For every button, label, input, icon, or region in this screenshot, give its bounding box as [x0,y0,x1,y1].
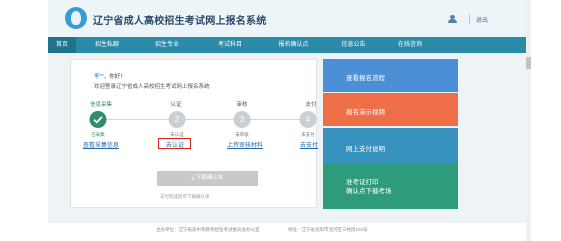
nav-item-consult[interactable]: 在线咨询 [384,37,436,53]
step-title-review: 审核 [236,102,248,108]
step-3-circle: 3 [233,111,251,128]
greeting: ，你好！ [103,74,126,80]
go-pay-link[interactable]: 去支付 [300,140,318,149]
side-panel-admission-ticket-label: 准考证打印 确认点下载考场 [346,179,392,195]
step-title-collect: 信息采集 [89,102,113,108]
step-2-circle: 2 [168,111,186,128]
download-confirmation-button[interactable]: ⤓ 下载确认单 [157,171,258,186]
welcome-line: 李**，你好！ [94,72,126,80]
step-4-circle: 4 [299,111,317,128]
nav-item-notices[interactable]: 信息公告 [323,37,384,53]
step-status-pay: 未支付 [301,132,315,137]
side-panel-flow[interactable]: 查看报名流程 [323,59,458,92]
side-panel-payment-label: 网上支付说明 [346,146,385,153]
logo-icon [65,7,87,29]
nav-item-majors[interactable]: 招生专业 [138,37,196,53]
nav-item-admission[interactable]: 招生私聊 [76,37,138,53]
step-title-pay: 支付 [305,102,317,108]
side-panel-video-label: 报名演示视频 [346,109,385,116]
footer-org: 主办单位：辽宁省高中等教育招生考试委员会办公室 [156,227,260,232]
header: 辽宁省成人高校招生考试网上报名系统 退出 [48,0,526,37]
download-button-label: 下载确认单 [195,175,224,181]
step-1-check-icon [89,111,107,128]
site-title: 辽宁省成人高校招生考试网上报名系统 [93,16,267,27]
logout-link[interactable]: 退出 [476,15,488,24]
divider [469,14,470,24]
scrollbar-thumb[interactable] [526,57,531,69]
download-tip: 支付完成后可下载确认单 [160,194,210,199]
step-status-collect: 已采集 [91,132,105,137]
step-title-verify: 认证 [170,102,182,108]
side-panel-payment[interactable]: 网上支付说明 [323,128,458,164]
status-card: 李**，你好！ 欢迎登录辽宁省成人高校招生考试网上报名系统 信息采集 认证 审核… [70,59,318,208]
upload-review-materials-link[interactable]: 上传审核材料 [227,140,263,149]
footer-address: 地址：辽宁省沈阳市沈河区三经街103号 [288,227,368,232]
nav-item-home[interactable]: 首页 [48,37,76,53]
nav-item-confirm-points[interactable]: 报名确认点 [264,37,323,53]
nav-item-subjects[interactable]: 考试科目 [196,37,264,53]
highlight-box [158,138,191,149]
step-status-review: 未审核 [235,132,249,137]
scrollbar-track[interactable] [526,0,531,241]
user-icon[interactable] [448,15,458,23]
footer: 主办单位：辽宁省高中等教育招生考试委员会办公室 地址：辽宁省沈阳市沈河区三经街1… [48,223,526,241]
side-panel-flow-label: 查看报名流程 [346,75,385,82]
page: 辽宁省成人高校招生考试网上报名系统 退出 首页 招生私聊 招生专业 考试科目 报… [0,0,561,241]
nav-bar: 首页 招生私聊 招生专业 考试科目 报名确认点 信息公告 在线咨询 [48,37,526,53]
side-panel-video[interactable]: 报名演示视频 [323,93,458,126]
welcome-message: 欢迎登录辽宁省成人高校招生考试网上报名系统 [94,84,210,90]
side-panel-admission-ticket[interactable]: 准考证打印 确认点下载考场 [323,164,458,209]
progress-line [98,119,307,120]
view-collected-info-link[interactable]: 查看采集信息 [83,140,119,149]
user-name: 李** [94,74,104,80]
